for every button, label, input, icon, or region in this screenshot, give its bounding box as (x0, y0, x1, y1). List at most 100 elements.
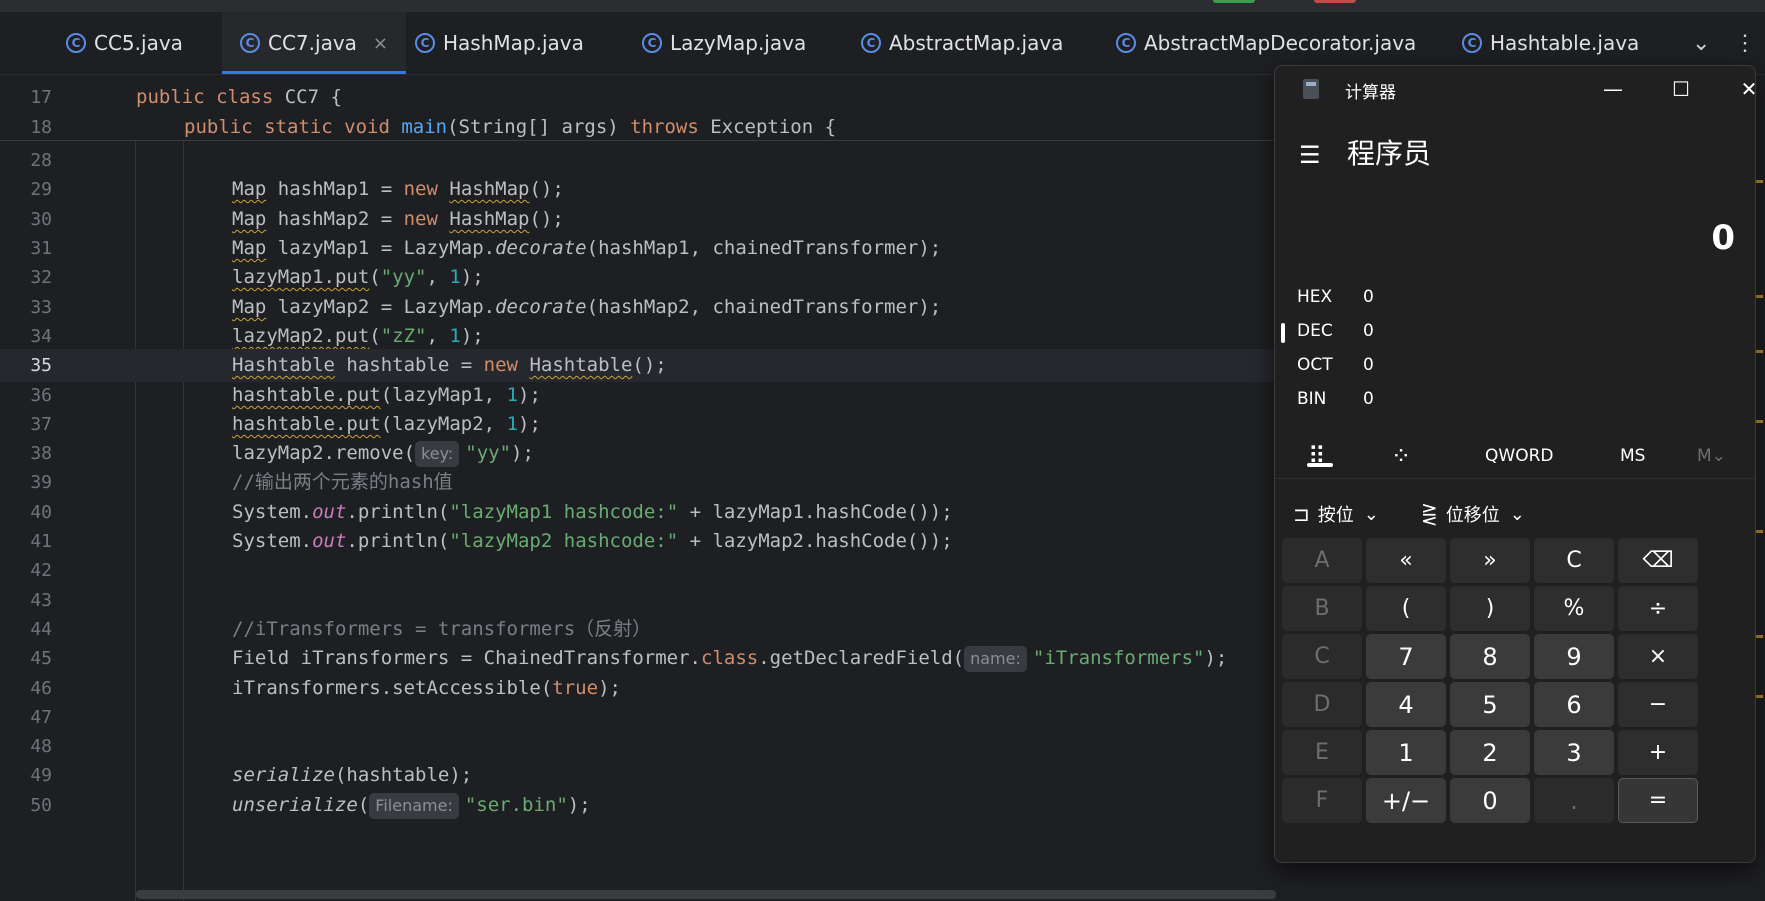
key-decimal[interactable]: . (1534, 778, 1614, 823)
key-4[interactable]: 4 (1366, 682, 1446, 727)
calculator-app-icon (1303, 79, 1319, 99)
word-size-button[interactable]: QWORD (1485, 436, 1553, 476)
code-token: Map (232, 208, 267, 230)
warning-marker[interactable] (1755, 530, 1763, 533)
key-open-paren[interactable]: ( (1366, 586, 1446, 631)
key-left-shift[interactable]: « (1366, 538, 1446, 583)
bit-shift-icon: ⋛ (1421, 502, 1438, 526)
bit-toggle-icon[interactable]: ⁘ (1391, 436, 1411, 476)
minimize-button[interactable]: — (1583, 70, 1643, 108)
parameter-hint: Filename: (369, 793, 459, 819)
line-number[interactable]: 32 (0, 261, 52, 294)
key-add[interactable]: + (1618, 730, 1698, 775)
code-token: "ser.bin" (464, 794, 568, 816)
warning-marker[interactable] (1755, 420, 1763, 423)
radix-label: OCT (1297, 355, 1333, 375)
line-number[interactable]: 35 (0, 349, 52, 382)
line-number[interactable]: 49 (0, 759, 52, 792)
red-indicator (1314, 0, 1356, 3)
radix-dec[interactable]: DEC 0 (1297, 316, 1374, 346)
green-indicator (1213, 0, 1255, 3)
memory-list-button[interactable]: M⌄ (1697, 436, 1726, 476)
code-token: Hashtable (529, 354, 633, 376)
key-divide[interactable]: ÷ (1618, 586, 1698, 631)
warning-marker[interactable] (1755, 635, 1763, 638)
key-clear[interactable]: C (1534, 538, 1614, 583)
close-button[interactable]: ✕ (1719, 70, 1755, 108)
warning-marker[interactable] (1755, 350, 1763, 353)
key-negate[interactable]: +/− (1366, 778, 1446, 823)
key-equals[interactable]: = (1618, 778, 1698, 823)
key-right-shift[interactable]: » (1450, 538, 1530, 583)
code-token: lazyMap1 = LazyMap. (266, 237, 496, 259)
key-1[interactable]: 1 (1366, 730, 1446, 775)
tab-label: CC5.java (94, 31, 183, 55)
line-number[interactable]: 45 (0, 642, 52, 675)
line-number[interactable]: 50 (0, 789, 52, 822)
bitshift-dropdown[interactable]: ⋛ 位移位 ⌄ (1421, 494, 1525, 534)
key-9[interactable]: 9 (1534, 634, 1614, 679)
radix-label: HEX (1297, 287, 1333, 307)
bitwise-dropdown[interactable]: ⊐ 按位 ⌄ (1293, 494, 1379, 534)
code-text: public class CC7 { (136, 81, 342, 114)
radix-oct[interactable]: OCT 0 (1297, 350, 1374, 380)
key-3[interactable]: 3 (1534, 730, 1614, 775)
line-number[interactable]: 39 (0, 466, 52, 499)
code-token: 1 (506, 384, 519, 406)
tab-hashmap[interactable]: C HashMap.java (415, 12, 584, 74)
key-5[interactable]: 5 (1450, 682, 1530, 727)
code-token: unserialize (232, 794, 358, 816)
radix-bin[interactable]: BIN 0 (1297, 384, 1374, 414)
code-token: lazyMap2.remove( (232, 442, 416, 464)
code-token: 1 (449, 325, 461, 347)
warning-marker[interactable] (1755, 295, 1763, 298)
radix-label: BIN (1297, 389, 1327, 409)
key-hex-a[interactable]: A (1282, 538, 1362, 583)
key-0[interactable]: 0 (1450, 778, 1530, 823)
close-icon[interactable]: × (373, 33, 388, 54)
tab-cc5[interactable]: C CC5.java (66, 12, 183, 74)
warning-marker[interactable] (1755, 695, 1763, 698)
code-token: out (312, 501, 347, 523)
key-close-paren[interactable]: ) (1450, 586, 1530, 631)
key-hex-f[interactable]: F (1282, 778, 1362, 823)
line-number[interactable]: 17 (0, 81, 52, 114)
key-hex-b[interactable]: B (1282, 586, 1362, 631)
key-8[interactable]: 8 (1450, 634, 1530, 679)
code-token: ); (518, 413, 541, 435)
key-subtract[interactable]: − (1618, 682, 1698, 727)
key-6[interactable]: 6 (1534, 682, 1614, 727)
warning-marker[interactable] (1755, 180, 1763, 183)
separator (1275, 478, 1755, 479)
line-number[interactable]: 42 (0, 554, 52, 587)
radix-hex[interactable]: HEX 0 (1297, 282, 1374, 312)
memory-store-button[interactable]: MS (1620, 436, 1645, 476)
tab-abstractmap[interactable]: C AbstractMap.java (861, 12, 1063, 74)
key-hex-d[interactable]: D (1282, 682, 1362, 727)
line-number[interactable]: 29 (0, 173, 52, 206)
horizontal-scrollbar[interactable] (136, 890, 1276, 899)
key-modulo[interactable]: % (1534, 586, 1614, 631)
calculator-title: 计算器 (1345, 83, 1396, 103)
key-hex-c[interactable]: C (1282, 634, 1362, 679)
code-token: hashMap1 = (266, 178, 404, 200)
menu-icon[interactable]: ☰ (1299, 141, 1321, 169)
key-backspace[interactable]: ⌫ (1618, 538, 1698, 583)
code-token: Hashtable (232, 354, 335, 376)
key-2[interactable]: 2 (1450, 730, 1530, 775)
code-token: "lazyMap2 hashcode:" (449, 530, 679, 552)
key-multiply[interactable]: × (1618, 634, 1698, 679)
tab-cc7[interactable]: C CC7.java × (222, 12, 407, 74)
code-token: System. (232, 501, 313, 523)
radix-value: 0 (1363, 355, 1374, 375)
tab-lazymap[interactable]: C LazyMap.java (642, 12, 806, 74)
calculator-titlebar[interactable]: 计算器 — ☐ ✕ (1275, 66, 1755, 112)
radix-label: DEC (1297, 321, 1333, 341)
code-token: ); (460, 325, 484, 347)
key-hex-e[interactable]: E (1282, 730, 1362, 775)
full-keypad-icon[interactable]: ⠿ (1308, 436, 1326, 476)
code-token: + lazyMap2.hashCode()); (678, 530, 953, 552)
class-icon: C (642, 33, 662, 53)
maximize-button[interactable]: ☐ (1651, 70, 1711, 108)
key-7[interactable]: 7 (1366, 634, 1446, 679)
